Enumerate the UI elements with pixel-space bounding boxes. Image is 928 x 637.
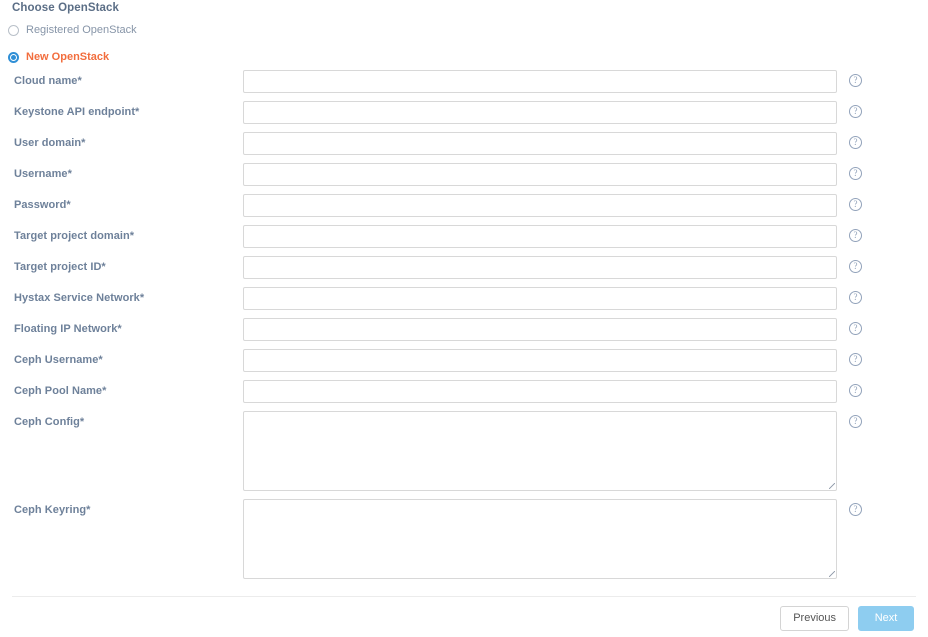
footer-divider xyxy=(12,596,916,597)
form-row: Cloud name*? xyxy=(0,70,928,101)
field-input[interactable] xyxy=(243,194,837,217)
field-input[interactable] xyxy=(243,225,837,248)
field-label: Hystax Service Network* xyxy=(14,292,145,304)
field-label: Ceph Config* xyxy=(14,416,85,428)
help-circle-icon[interactable]: ? xyxy=(849,229,862,242)
form-row: Ceph Pool Name*? xyxy=(0,380,928,411)
field-input[interactable] xyxy=(243,318,837,341)
field-label: Password* xyxy=(14,199,71,211)
field-input[interactable] xyxy=(243,411,837,491)
openstack-choice-radio-group: Registered OpenStack New OpenStack xyxy=(8,23,408,77)
help-circle-icon[interactable]: ? xyxy=(849,353,862,366)
field-input[interactable] xyxy=(243,349,837,372)
field-input[interactable] xyxy=(243,380,837,403)
help-circle-icon[interactable]: ? xyxy=(849,384,862,397)
field-label: User domain* xyxy=(14,137,86,149)
help-circle-icon[interactable]: ? xyxy=(849,260,862,273)
field-label: Target project domain* xyxy=(14,230,135,242)
field-input[interactable] xyxy=(243,132,837,155)
field-label: Cloud name* xyxy=(14,75,82,87)
form-row: Target project ID*? xyxy=(0,256,928,287)
help-circle-icon[interactable]: ? xyxy=(849,74,862,87)
form-row: Ceph Keyring*? xyxy=(0,499,928,587)
page-title: Choose OpenStack xyxy=(12,2,120,14)
openstack-configuration-form: Cloud name*? Keystone API endpoint*? User … xyxy=(0,70,928,587)
form-row: Floating IP Network*? xyxy=(0,318,928,349)
radio-button-selected-icon[interactable] xyxy=(8,51,19,63)
form-row: Target project domain*? xyxy=(0,225,928,256)
field-label: Floating IP Network* xyxy=(14,323,122,335)
form-row: Keystone API endpoint*? xyxy=(0,101,928,132)
field-input[interactable] xyxy=(243,499,837,579)
field-input[interactable] xyxy=(243,163,837,186)
previous-button[interactable]: Previous xyxy=(780,606,849,631)
help-circle-icon[interactable]: ? xyxy=(849,105,862,118)
help-circle-icon[interactable]: ? xyxy=(849,415,862,428)
help-circle-icon[interactable]: ? xyxy=(849,136,862,149)
wizard-footer: Previous Next xyxy=(780,606,914,631)
field-input[interactable] xyxy=(243,256,837,279)
form-row: Ceph Config*? xyxy=(0,411,928,499)
field-label: Target project ID* xyxy=(14,261,106,273)
radio-label-registered-openstack: Registered OpenStack xyxy=(26,24,137,36)
field-label: Ceph Username* xyxy=(14,354,103,366)
radio-label-new-openstack: New OpenStack xyxy=(26,51,110,63)
form-row: Hystax Service Network*? xyxy=(0,287,928,318)
textarea-resize-handle[interactable] xyxy=(829,483,835,489)
form-row: Username*? xyxy=(0,163,928,194)
help-circle-icon[interactable]: ? xyxy=(849,503,862,516)
radio-option-new-openstack[interactable]: New OpenStack xyxy=(8,50,408,64)
field-label: Ceph Pool Name* xyxy=(14,385,107,397)
field-label: Keystone API endpoint* xyxy=(14,106,140,118)
next-button[interactable]: Next xyxy=(858,606,914,631)
form-row: Ceph Username*? xyxy=(0,349,928,380)
help-circle-icon[interactable]: ? xyxy=(849,167,862,180)
field-input[interactable] xyxy=(243,70,837,93)
radio-button-unselected-icon[interactable] xyxy=(8,24,19,36)
field-input[interactable] xyxy=(243,287,837,310)
help-circle-icon[interactable]: ? xyxy=(849,322,862,335)
form-row: Password*? xyxy=(0,194,928,225)
field-label: Ceph Keyring* xyxy=(14,504,91,516)
radio-option-registered-openstack[interactable]: Registered OpenStack xyxy=(8,23,408,37)
field-input[interactable] xyxy=(243,101,837,124)
field-label: Username* xyxy=(14,168,72,180)
textarea-resize-handle[interactable] xyxy=(829,571,835,577)
help-circle-icon[interactable]: ? xyxy=(849,291,862,304)
form-row: User domain*? xyxy=(0,132,928,163)
help-circle-icon[interactable]: ? xyxy=(849,198,862,211)
